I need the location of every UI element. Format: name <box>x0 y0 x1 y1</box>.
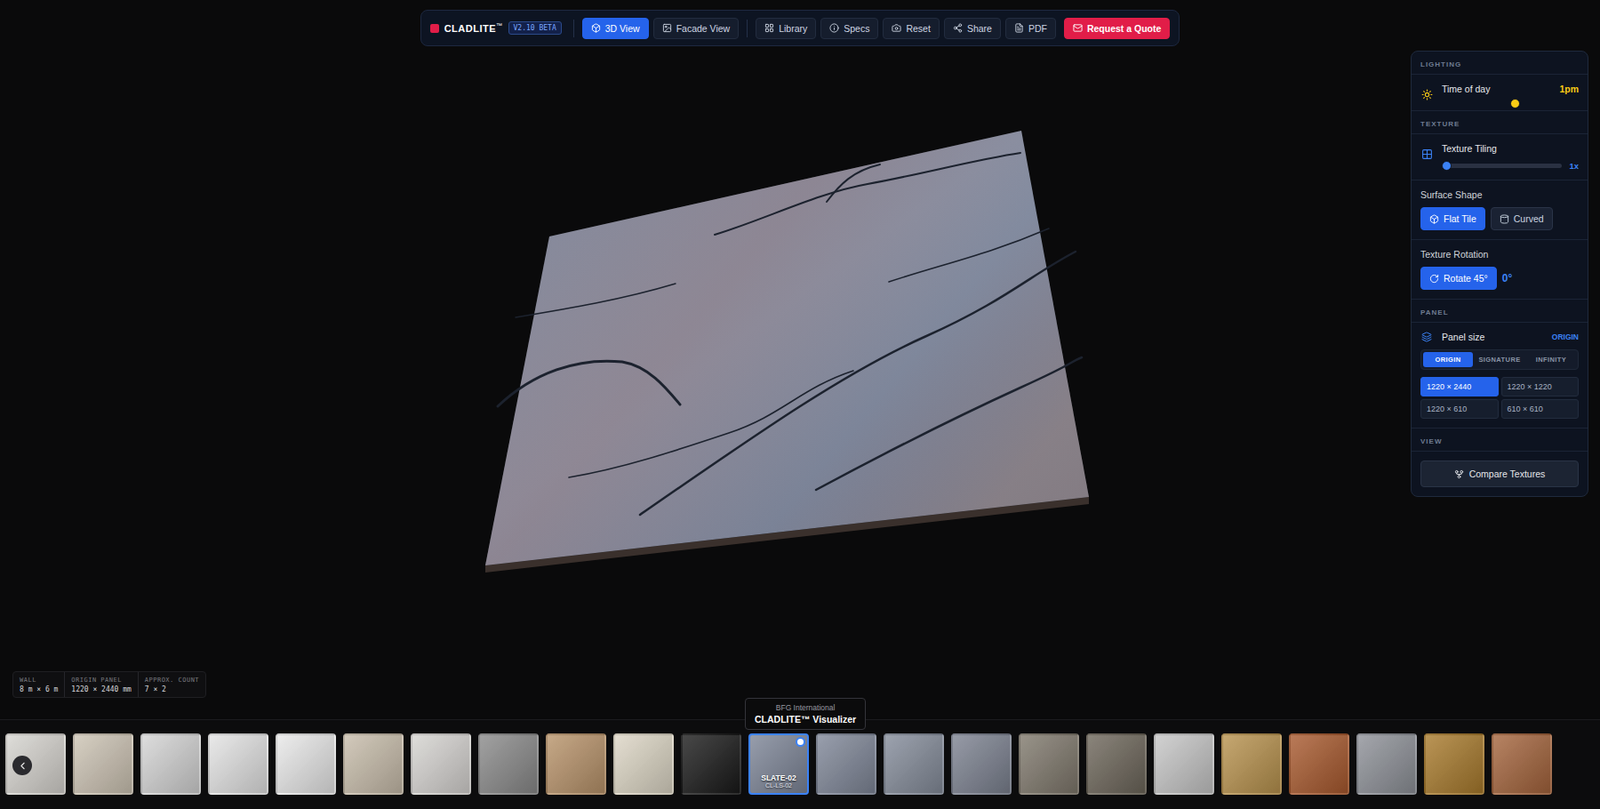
texture-thumbnail[interactable] <box>343 733 404 795</box>
control-label: Surface Shape <box>1420 189 1579 200</box>
image-icon <box>662 23 672 33</box>
control-label: Texture Tiling <box>1441 143 1579 154</box>
selected-marker <box>795 736 806 747</box>
layers-icon <box>1421 331 1432 343</box>
toolbar-divider <box>573 19 575 38</box>
grid-icon <box>764 23 775 33</box>
tile-icon <box>1429 214 1440 224</box>
info-icon <box>829 23 840 33</box>
series-tab[interactable]: ORIGIN <box>1423 352 1473 368</box>
texture-thumbnail[interactable] <box>1221 733 1282 795</box>
compare-button[interactable]: Compare Textures <box>1420 460 1579 488</box>
toolbar-button[interactable]: Library <box>755 17 816 40</box>
thumbnail-code: CL-LS-02 <box>765 782 792 789</box>
texture-thumbnail[interactable] <box>478 733 539 795</box>
texture-thumbnail[interactable] <box>613 733 674 795</box>
surface-option[interactable]: Flat Tile <box>1420 207 1486 231</box>
control-label: Texture Rotation <box>1420 248 1579 260</box>
cube-icon <box>591 23 601 33</box>
texture-thumbnail[interactable] <box>1086 733 1147 795</box>
size-option[interactable]: 1220 × 1220 <box>1501 376 1580 397</box>
thumbnail-name: SLATE-02 <box>760 773 797 783</box>
control-value: 1x <box>1568 160 1579 171</box>
info-cell: WALL8 m × 6 m <box>13 672 64 697</box>
grid-icon <box>1421 148 1433 160</box>
control-label: Time of day <box>1441 83 1490 95</box>
texture-thumbnail[interactable] <box>680 733 742 795</box>
stage: WALL8 m × 6 mORIGIN PANEL1220 × 2440 mmA… <box>0 50 1411 720</box>
section-header: TEXTURE <box>1411 111 1588 135</box>
camera-icon <box>891 23 902 33</box>
info-cell: ORIGIN PANEL1220 × 2440 mm <box>64 672 137 697</box>
view-tab[interactable]: Facade View <box>653 17 740 40</box>
file-icon <box>1014 23 1024 33</box>
scroll-left-button[interactable] <box>12 755 32 776</box>
series-tabs: ORIGINSIGNATUREINFINITY <box>1420 349 1579 370</box>
texture-thumbnail[interactable] <box>410 733 472 795</box>
control-label: Panel size <box>1441 331 1485 343</box>
texture-thumbnail[interactable] <box>1356 733 1417 795</box>
tooltip: BFG InternationalCLADLITE™ Visualizer <box>744 697 866 730</box>
rotation-value: 0° <box>1502 272 1512 285</box>
section-header: VIEW <box>1411 428 1588 452</box>
series-tab[interactable]: SIGNATURE <box>1474 352 1525 368</box>
slate-cracks <box>497 152 1082 515</box>
rotate-icon <box>1429 273 1440 284</box>
visualizer-page: CLADLITE™ V2.10 BETA 3D ViewFacade View Lib… <box>0 0 1600 809</box>
texture-thumbnail[interactable] <box>951 733 1012 795</box>
texture-thumbnail[interactable] <box>1491 733 1552 795</box>
rotate-button[interactable]: Rotate 45° <box>1420 266 1497 290</box>
texture-thumbnail[interactable] <box>1288 733 1350 795</box>
toolbar: CLADLITE™ V2.10 BETA 3D ViewFacade View Lib… <box>420 9 1181 47</box>
texture-thumbnail[interactable] <box>208 733 269 795</box>
control-value: ORIGIN <box>1552 332 1579 342</box>
texture-thumbnail[interactable] <box>545 733 607 795</box>
quote-button[interactable]: Request a Quote <box>1064 17 1170 40</box>
section-header: LIGHTING <box>1411 51 1588 75</box>
control-value: 1pm <box>1559 83 1579 95</box>
texture-thumbnail[interactable] <box>1153 733 1215 795</box>
info-box: WALL8 m × 6 mORIGIN PANEL1220 × 2440 mmA… <box>12 671 207 698</box>
chevron-left-icon <box>16 760 29 772</box>
share-icon <box>952 23 963 33</box>
info-cell: APPROX. COUNT7 × 2 <box>137 672 206 697</box>
logo-icon <box>430 24 440 33</box>
texture-thumbnail[interactable] <box>1018 733 1080 795</box>
series-tab[interactable]: INFINITY <box>1526 352 1576 368</box>
toolbar-button[interactable]: Reset <box>882 17 939 40</box>
size-option[interactable]: 610 × 610 <box>1501 399 1580 419</box>
toolbar-button[interactable]: Share <box>944 17 1001 40</box>
slider-thumb[interactable] <box>1510 98 1520 109</box>
texture-thumbnail[interactable] <box>816 733 877 795</box>
sun-icon <box>1421 88 1433 101</box>
texture-thumbnail[interactable] <box>1424 733 1485 795</box>
texture-thumbnail[interactable] <box>883 733 944 795</box>
tiling-slider[interactable] <box>1441 163 1562 168</box>
size-option[interactable]: 1220 × 610 <box>1420 399 1499 419</box>
compare-icon <box>1454 469 1464 480</box>
section-header: PANEL <box>1411 299 1588 323</box>
slate-panel-view[interactable] <box>0 50 1411 664</box>
controls-panel: LIGHTING Time of day 1pm TEXTURE Texture Til… <box>1410 50 1589 497</box>
surface-option[interactable]: Curved <box>1490 207 1553 231</box>
logo-text: CLADLITE™ <box>444 22 504 34</box>
slate-surface <box>485 130 1089 566</box>
version-badge: V2.10 BETA <box>508 21 562 35</box>
view-tab[interactable]: 3D View <box>582 17 649 40</box>
toolbar-button[interactable]: PDF <box>1005 17 1056 40</box>
slider-thumb[interactable] <box>1441 160 1452 171</box>
slate-tint <box>485 130 1089 566</box>
texture-thumbnail[interactable] <box>72 733 134 795</box>
size-option[interactable]: 1220 × 2440 <box>1420 376 1499 397</box>
toolbar-divider <box>746 19 748 38</box>
texture-thumbnail[interactable] <box>275 733 336 795</box>
brand: CLADLITE™ V2.10 BETA <box>430 21 566 35</box>
toolbar-button[interactable]: Specs <box>820 17 879 40</box>
mail-icon <box>1072 23 1083 33</box>
cylinder-icon <box>1499 214 1510 224</box>
texture-thumbnail[interactable] <box>140 733 201 795</box>
texture-strip: SLATE-02CL-LS-02BFG InternationalCLADLIT… <box>0 719 1600 809</box>
size-grid: 1220 × 24401220 × 12201220 × 610610 × 61… <box>1420 376 1579 419</box>
